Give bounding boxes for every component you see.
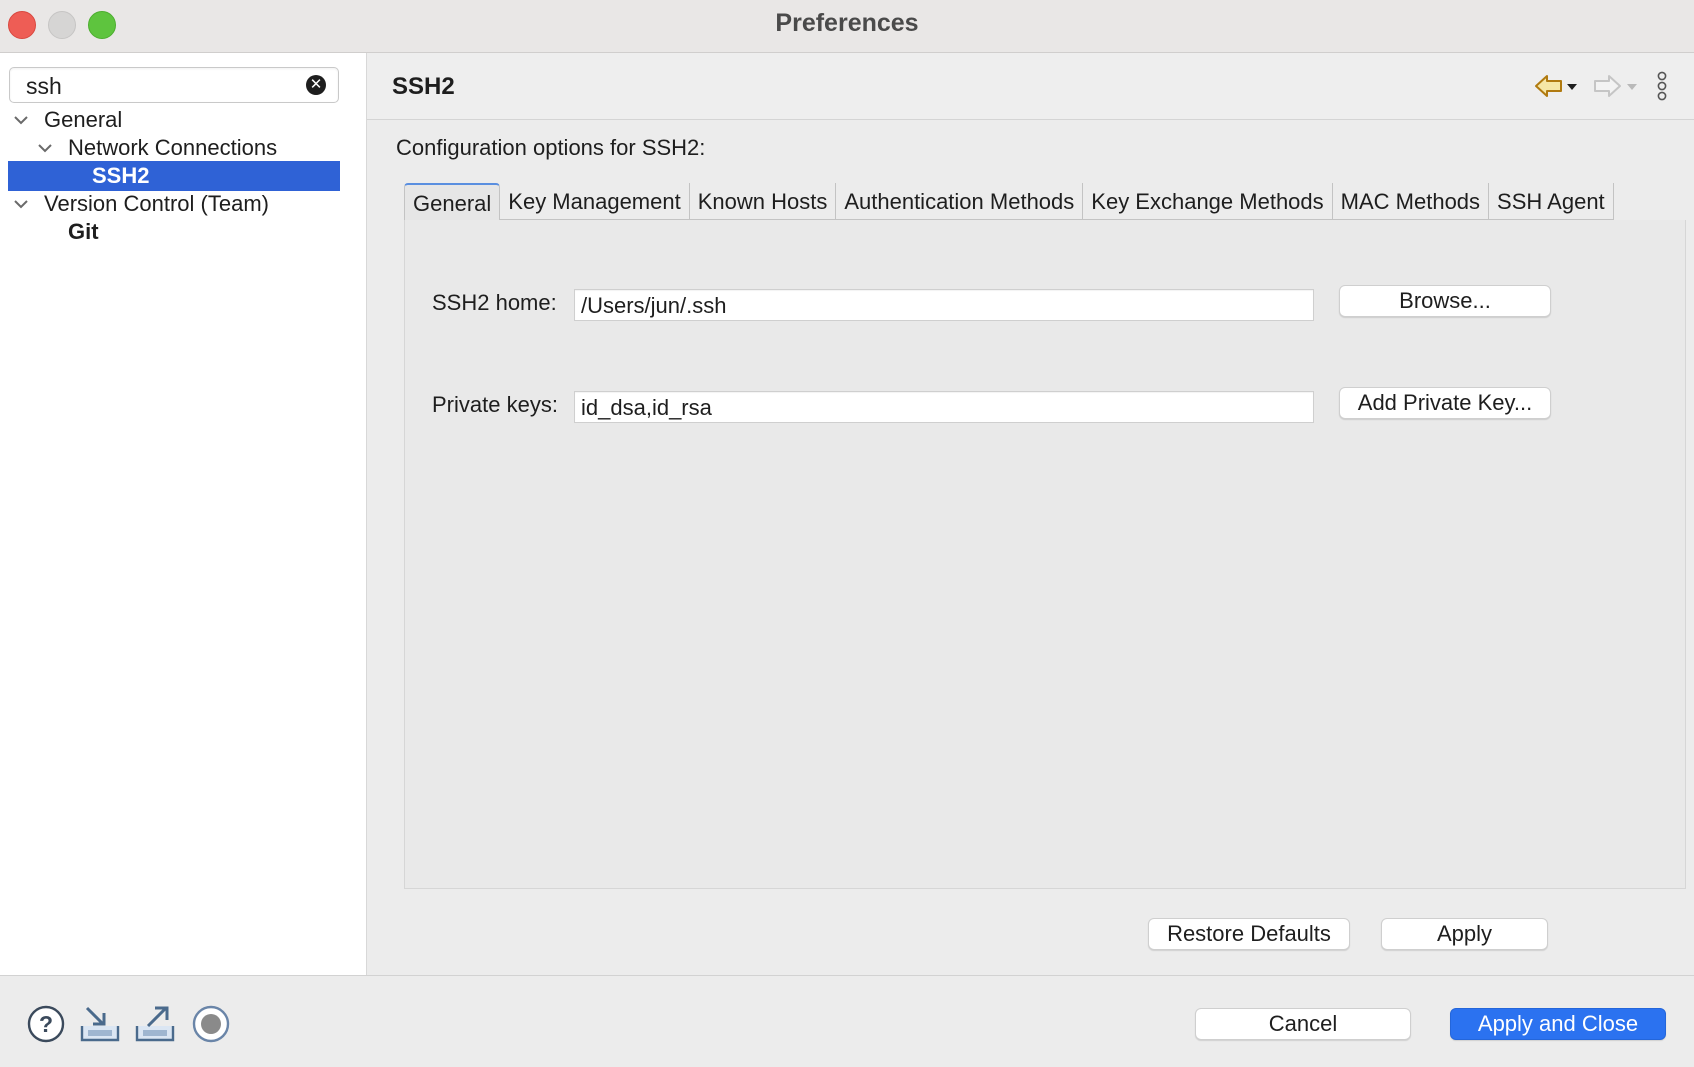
tree-item-label: General <box>44 107 123 132</box>
browse-button[interactable]: Browse... <box>1339 285 1551 317</box>
forward-arrow-icon[interactable] <box>1591 71 1641 101</box>
chevron-down-icon[interactable] <box>12 111 30 129</box>
ssh2-home-label: SSH2 home: <box>432 290 557 315</box>
cancel-button[interactable]: Cancel <box>1195 1008 1411 1040</box>
preferences-sidebar: ✕ General Network Connections SSH2 Versi… <box>0 53 367 975</box>
window-title: Preferences <box>775 9 919 37</box>
tree-item-ssh2[interactable]: SSH2 <box>8 161 340 191</box>
tree-item-label: Git <box>68 219 99 244</box>
record-icon[interactable] <box>191 1004 231 1044</box>
page-description: Configuration options for SSH2: <box>396 135 706 160</box>
tree-item-version-control[interactable]: Version Control (Team) <box>8 189 340 219</box>
tree-item-label: SSH2 <box>92 163 150 188</box>
chevron-down-icon[interactable] <box>36 139 54 157</box>
clear-search-icon[interactable]: ✕ <box>306 75 326 95</box>
tree-item-git[interactable]: Git <box>8 217 340 247</box>
tab-known-hosts[interactable]: Known Hosts <box>690 183 837 219</box>
search-box: ✕ <box>9 67 339 103</box>
svg-text:?: ? <box>39 1011 53 1037</box>
chevron-down-icon[interactable] <box>12 195 30 213</box>
back-arrow-icon[interactable] <box>1533 71 1583 101</box>
tree-item-label: Network Connections <box>68 135 278 160</box>
tab-general[interactable]: General <box>404 183 501 221</box>
help-icon[interactable]: ? <box>26 1004 66 1044</box>
tab-authentication-methods[interactable]: Authentication Methods <box>836 183 1084 219</box>
title-bar: Preferences <box>0 0 1694 53</box>
page-header: SSH2 <box>367 53 1694 120</box>
tab-ssh-agent[interactable]: SSH Agent <box>1489 183 1614 219</box>
tree-item-general[interactable]: General <box>8 105 340 135</box>
filter-search-input[interactable] <box>24 71 298 101</box>
export-icon[interactable] <box>134 1004 176 1044</box>
preference-page: SSH2 Configuration options for SSH2: Gen… <box>367 53 1694 975</box>
more-options-icon[interactable] <box>1654 71 1670 103</box>
tab-key-management[interactable]: Key Management <box>500 183 690 219</box>
tab-bar: General Key Management Known Hosts Authe… <box>404 183 1614 221</box>
tab-mac-methods[interactable]: MAC Methods <box>1333 183 1490 219</box>
page-title: SSH2 <box>392 73 455 100</box>
ssh2-home-field[interactable]: /Users/jun/.ssh <box>574 289 1314 321</box>
private-keys-field[interactable]: id_dsa,id_rsa <box>574 391 1314 423</box>
tree-item-label: Version Control (Team) <box>44 191 269 216</box>
apply-button[interactable]: Apply <box>1381 918 1548 950</box>
import-icon[interactable] <box>79 1004 121 1044</box>
tree-item-network-connections[interactable]: Network Connections <box>8 133 340 163</box>
tab-key-exchange-methods[interactable]: Key Exchange Methods <box>1083 183 1333 219</box>
add-private-key-button[interactable]: Add Private Key... <box>1339 387 1551 419</box>
private-keys-label: Private keys: <box>432 392 558 417</box>
apply-and-close-button[interactable]: Apply and Close <box>1450 1008 1666 1040</box>
restore-defaults-button[interactable]: Restore Defaults <box>1148 918 1350 950</box>
tab-panel-general: SSH2 home: /Users/jun/.ssh Browse... Pri… <box>404 220 1686 889</box>
dialog-footer: ? Cancel Apply and Close <box>0 975 1694 1067</box>
